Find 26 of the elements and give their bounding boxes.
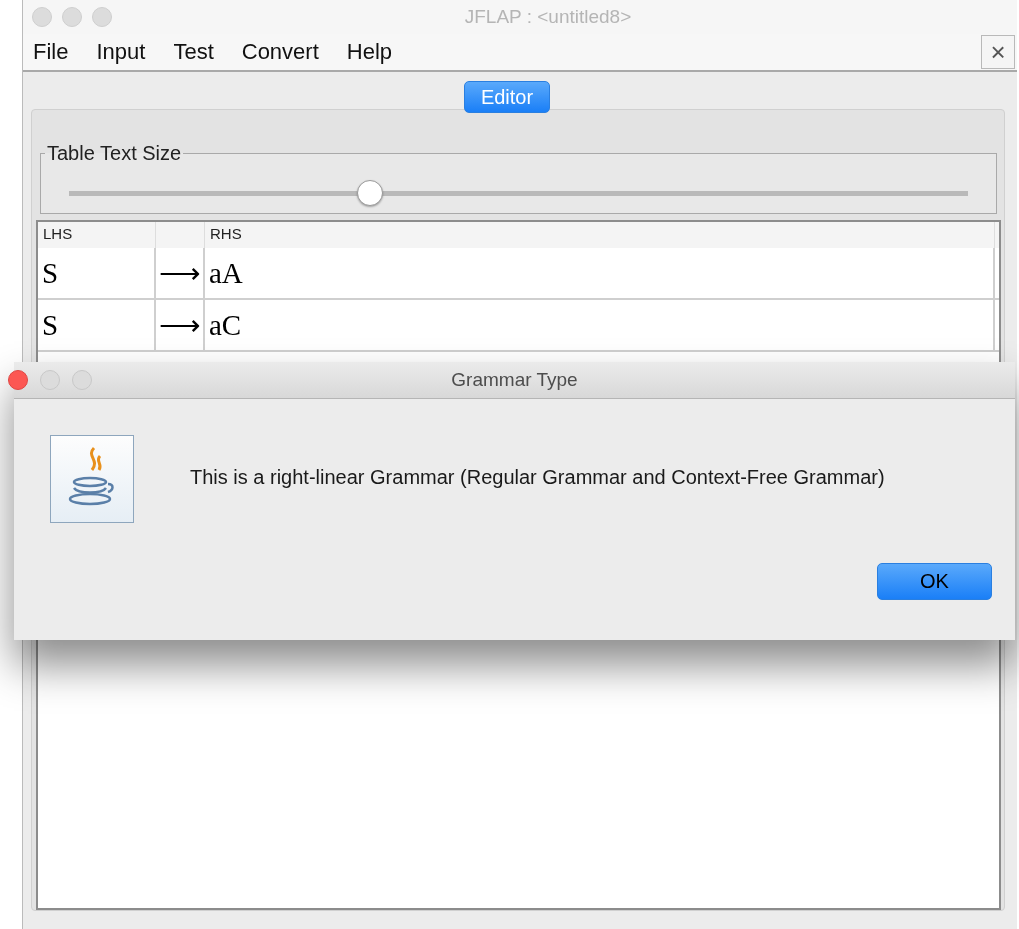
table-cell: ⟶ (156, 300, 205, 350)
menu-item[interactable]: Convert (227, 39, 333, 65)
group-title: Table Text Size (46, 142, 183, 165)
column-header[interactable]: RHS (205, 222, 995, 248)
table-cell: aC (205, 300, 995, 350)
close-button[interactable]: × (981, 35, 1015, 69)
table-cell: S (38, 300, 156, 350)
menu-item[interactable]: Input (82, 39, 160, 65)
zoom-window-button[interactable] (92, 7, 112, 27)
menu-item[interactable]: Help (332, 39, 407, 65)
dialog-message: This is a right-linear Grammar (Regular Grammar and Context-Free Grammar) (190, 465, 885, 489)
table-cell: aA (205, 248, 995, 298)
menu-item[interactable]: Test (159, 39, 228, 65)
menu-item[interactable]: File (23, 39, 83, 65)
close-window-button[interactable] (8, 370, 28, 390)
window-title: JFLAP : <untitled8> (464, 6, 632, 28)
table-cell: S (38, 248, 156, 298)
table-cell: ⟶ (156, 248, 205, 298)
slider-thumb[interactable] (357, 180, 384, 206)
column-header[interactable]: LHS (38, 222, 156, 248)
minimize-window-button[interactable] (40, 370, 60, 390)
minimize-window-button[interactable] (62, 7, 82, 27)
ok-button[interactable]: OK (877, 563, 992, 600)
dialog-title: Grammar Type (451, 369, 578, 391)
coffee-cup-icon (50, 435, 134, 523)
zoom-window-button[interactable] (72, 370, 92, 390)
